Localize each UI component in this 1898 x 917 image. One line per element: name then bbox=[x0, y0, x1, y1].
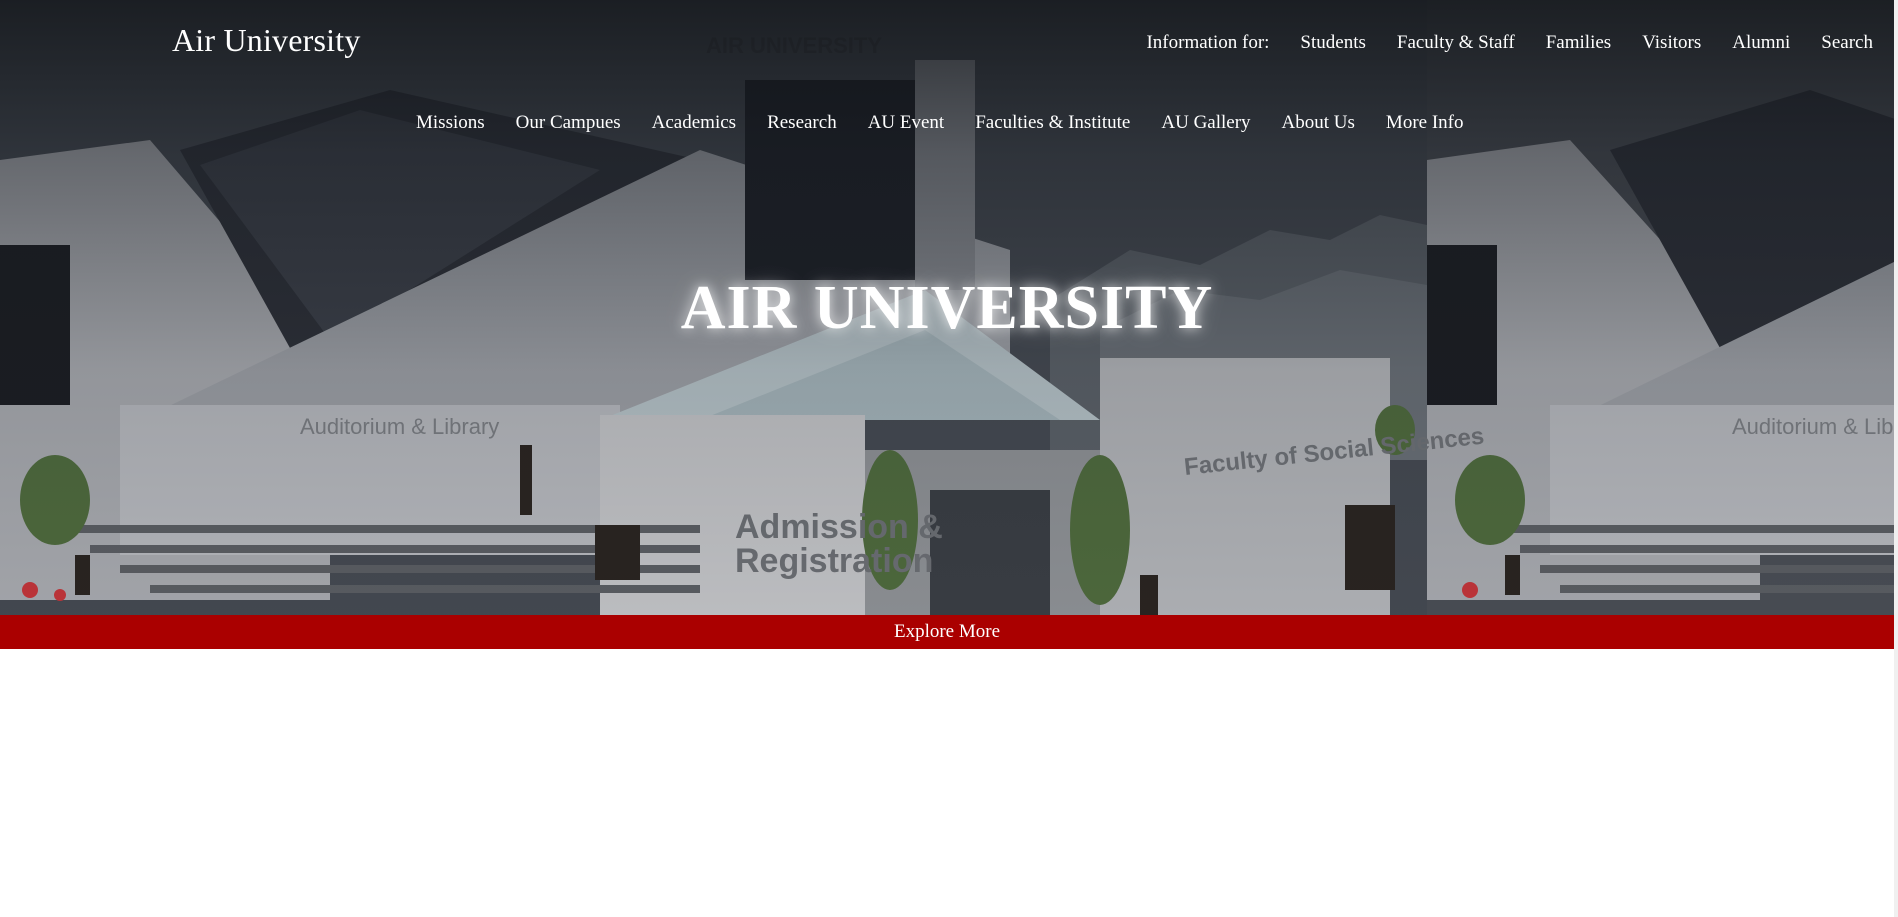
sign-auditorium-library-repeat: Auditorium & Libr bbox=[1732, 414, 1898, 439]
sign-auditorium-library: Auditorium & Library bbox=[300, 414, 499, 439]
sign-roof: AIR UNIVERSITY bbox=[706, 33, 882, 58]
info-link-alumni[interactable]: Alumni bbox=[1732, 32, 1790, 54]
nav-item-missions[interactable]: Missions bbox=[416, 112, 485, 134]
nav-item-about-us[interactable]: About Us bbox=[1282, 112, 1355, 134]
nav-item-faculties-institute[interactable]: Faculties & Institute bbox=[975, 112, 1130, 134]
info-bar: Information for: Students Faculty & Staf… bbox=[1146, 32, 1873, 54]
info-link-faculty-staff[interactable]: Faculty & Staff bbox=[1397, 32, 1515, 54]
nav-item-academics[interactable]: Academics bbox=[652, 112, 736, 134]
brand-logo-link[interactable]: Air University bbox=[172, 22, 361, 59]
search-link[interactable]: Search bbox=[1821, 32, 1873, 54]
nav-item-our-campues[interactable]: Our Campues bbox=[516, 112, 621, 134]
info-link-families[interactable]: Families bbox=[1546, 32, 1611, 54]
hero-banner: Auditorium & Library Auditorium & Libr A… bbox=[0, 0, 1898, 615]
explore-more-button[interactable]: Explore More bbox=[0, 615, 1894, 649]
info-link-students[interactable]: Students bbox=[1300, 32, 1365, 54]
scrollbar-track[interactable] bbox=[1894, 0, 1898, 917]
nav-item-more-info[interactable]: More Info bbox=[1386, 112, 1464, 134]
nav-item-research[interactable]: Research bbox=[767, 112, 837, 134]
main-nav: Missions Our Campues Academics Research … bbox=[416, 112, 1463, 134]
nav-item-au-event[interactable]: AU Event bbox=[868, 112, 945, 134]
nav-item-au-gallery[interactable]: AU Gallery bbox=[1161, 112, 1250, 134]
info-link-visitors[interactable]: Visitors bbox=[1642, 32, 1701, 54]
sign-registration: Registration bbox=[735, 542, 933, 580]
explore-more-label: Explore More bbox=[893, 621, 1001, 642]
page: Auditorium & Library Auditorium & Libr A… bbox=[0, 0, 1898, 917]
hero-title: AIR UNIVERSITY bbox=[680, 274, 1214, 342]
sign-admission: Admission & bbox=[735, 508, 943, 546]
info-bar-label: Information for: bbox=[1146, 32, 1270, 53]
